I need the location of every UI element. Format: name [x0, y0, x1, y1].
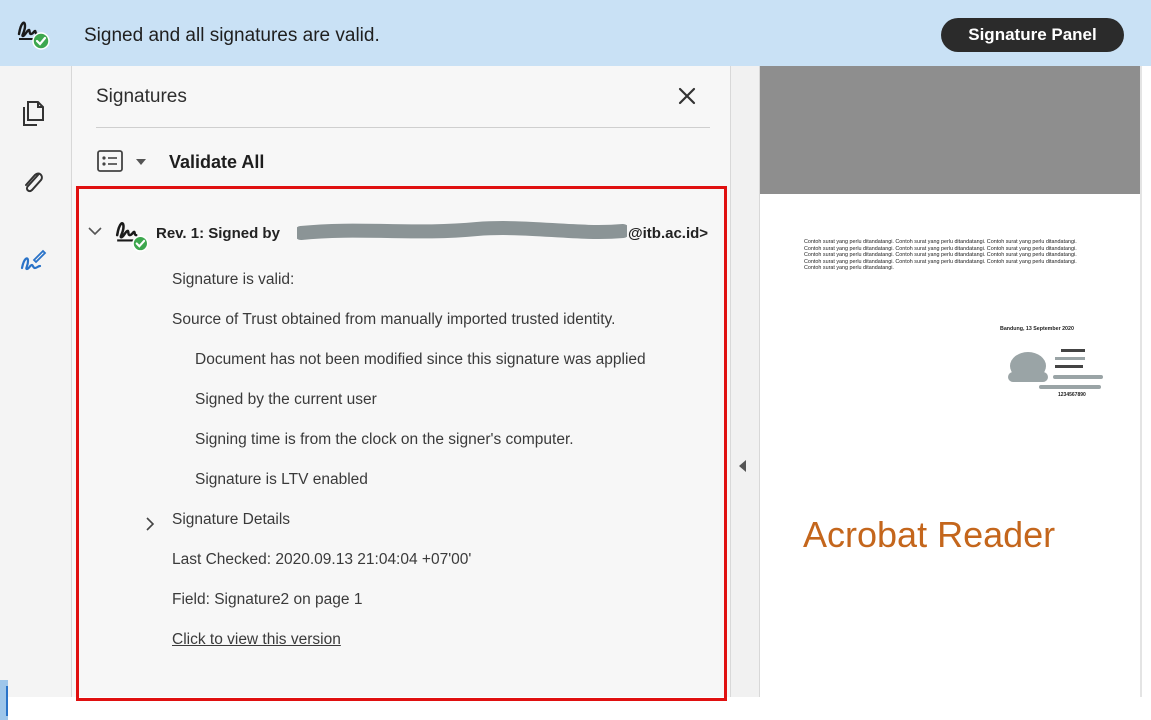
signature-entry-highlight: Rev. 1: Signed by @itb.ac.id> Signature …: [76, 186, 727, 701]
document-gray-area: [760, 66, 1140, 194]
panel-splitter[interactable]: [730, 66, 760, 697]
left-tool-rail: [0, 66, 72, 720]
field-label: Field: Signature2 on page 1: [172, 591, 363, 608]
detail-current-user: Signed by the current user: [195, 391, 377, 408]
chevron-right-icon[interactable]: [144, 515, 156, 533]
collapse-panel-icon[interactable]: [739, 460, 746, 472]
signature-pen-icon[interactable]: [18, 246, 48, 276]
attachment-icon[interactable]: [18, 168, 48, 198]
signature-valid-label: Signature is valid:: [172, 271, 295, 288]
panel-divider: [96, 127, 710, 128]
document-date: Bandung, 13 September 2020: [1000, 326, 1074, 332]
document-paragraph: Contoh surat yang perlu ditandatangi. Co…: [804, 239, 1077, 272]
panel-title: Signatures: [96, 86, 187, 107]
close-icon[interactable]: [673, 82, 701, 110]
last-checked-label: Last Checked: 2020.09.13 21:04:04 +07'00…: [172, 551, 472, 568]
signature-details-toggle[interactable]: Signature Details: [172, 511, 290, 529]
revision-email-suffix: @itb.ac.id>: [628, 225, 709, 242]
signature-valid-icon: [115, 221, 149, 252]
view-version-link[interactable]: Click to view this version: [172, 631, 341, 649]
validate-all-button[interactable]: Validate All: [169, 152, 264, 173]
acrobat-reader-label: Acrobat Reader: [803, 514, 1056, 555]
rail-scroll-edge: [6, 686, 8, 716]
source-of-trust-label: Source of Trust obtained from manually i…: [172, 311, 616, 328]
pages-icon[interactable]: [18, 98, 48, 128]
signature-status-text: Signed and all signatures are valid.: [84, 25, 380, 46]
document-viewer[interactable]: Contoh surat yang perlu ditandatangi. Co…: [760, 66, 1140, 697]
options-dropdown-icon[interactable]: [136, 159, 146, 165]
detail-not-modified: Document has not been modified since thi…: [195, 351, 646, 368]
signature-valid-icon: [17, 21, 50, 50]
detail-ltv-enabled: Signature is LTV enabled: [195, 471, 368, 488]
viewer-right-edge: [1140, 66, 1142, 697]
redacted-name-scribble: [297, 221, 627, 240]
detail-signing-time: Signing time is from the clock on the si…: [195, 431, 574, 448]
signature-status-bar: Signed and all signatures are valid. Sig…: [0, 0, 1151, 66]
revision-signed-by[interactable]: Rev. 1: Signed by: [156, 225, 280, 242]
document-code: 1234567890: [1058, 392, 1086, 398]
signature-panel-button[interactable]: Signature Panel: [941, 18, 1124, 52]
chevron-down-icon[interactable]: [87, 225, 103, 237]
options-list-icon[interactable]: [96, 148, 126, 174]
